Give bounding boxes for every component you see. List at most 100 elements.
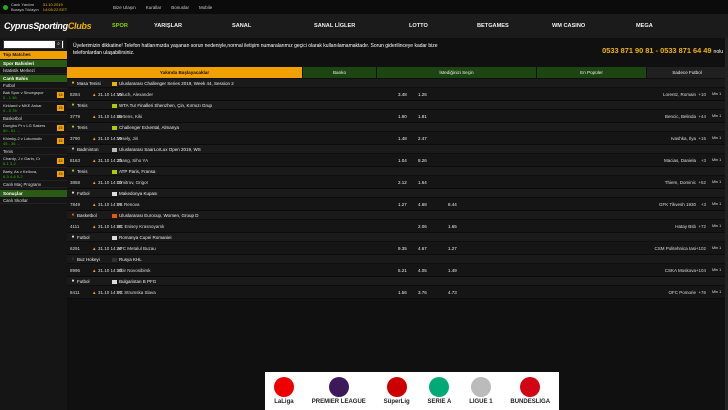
odd-1[interactable]: 1.48	[398, 136, 407, 141]
league-logo[interactable]: PREMIER LEAGUE	[312, 377, 366, 405]
info-icon[interactable]: ▲	[92, 114, 96, 119]
league-banner[interactable]: LaLiga PREMIER LEAGUE SüperLig SERIE A LIGUE…	[265, 372, 559, 410]
tab-1[interactable]: Banko	[303, 67, 377, 78]
odd-1[interactable]: 1.04	[398, 158, 407, 163]
live-sport-label[interactable]: Tenis	[0, 148, 67, 155]
info-icon[interactable]: ▲	[92, 202, 96, 207]
odd-1[interactable]: 5.21	[398, 268, 407, 273]
match-row[interactable]: 7849 ▲ 31.10 14:10 FK Renova 1.27 4.68 8.44 GFK…	[67, 198, 728, 211]
live-scores-link[interactable]: Canlı Skorlar	[0, 197, 67, 204]
top-link[interactable]: Kurallar	[146, 5, 162, 10]
odd-x[interactable]: 8.26	[418, 158, 427, 163]
odd-x[interactable]: 2.06	[418, 224, 427, 229]
info-icon[interactable]: ▲	[92, 180, 96, 185]
search-input[interactable]: ⌕	[3, 40, 64, 49]
odd-1[interactable]: 1.90	[398, 114, 407, 119]
more-bets-count[interactable]: +52	[698, 180, 706, 185]
info-icon[interactable]: ▲	[92, 92, 96, 97]
info-icon[interactable]: ▲	[92, 158, 96, 163]
league-logo[interactable]: LaLiga	[273, 377, 294, 405]
live-match-badge[interactable]: 15	[57, 125, 64, 131]
more-bets-count[interactable]: +15	[698, 136, 706, 141]
odd-2[interactable]: 1.65	[448, 224, 457, 229]
search-icon[interactable]: ⌕	[55, 41, 62, 48]
odd-x[interactable]: 3.76	[418, 290, 427, 295]
odd-x[interactable]: 4.67	[418, 246, 427, 251]
live-match[interactable]: Khimky-2 v Lokomotiv 45 - 36 ... 15	[0, 135, 67, 148]
nav-item-0[interactable]: SPOR	[112, 23, 154, 29]
nav-item-5[interactable]: BETGAMES	[477, 23, 552, 29]
info-icon[interactable]: ▲	[92, 290, 96, 295]
league-logo[interactable]: SüperLig	[384, 377, 410, 405]
live-sport-football[interactable]: Futbol	[0, 82, 67, 89]
more-bets-count[interactable]: +10	[698, 92, 706, 97]
match-row[interactable]: 4111 ▲ 31.10 14:10 BC Enisey Krasnoyarsk 2.0…	[67, 220, 728, 233]
match-row[interactable]: 8163 ▲ 31.10 14:10 Zhang, Siho YA 1.04 8.26 Ma…	[67, 154, 728, 167]
match-row[interactable]: 8284 ▲ 31.10 14:10 Valuch, Alexander 3.48 1.2…	[67, 88, 728, 101]
top-link[interactable]: Bize Ulaşın	[113, 5, 136, 10]
live-match[interactable]: Barty, As v Keilova, 6-3 4-6 5-2 15	[0, 168, 67, 181]
match-row[interactable]: 6291 ▲ 31.10 14:10 AFC Metalul Buzau 9.35 4.6…	[67, 242, 728, 255]
live-match-badge[interactable]: 15	[57, 158, 64, 164]
nav-item-6[interactable]: WM CASINO	[552, 23, 636, 29]
tab-3[interactable]: En Popüler	[537, 67, 647, 78]
live-match[interactable]: Bak Spor v Sincegspor 0 - 1 36 15	[0, 89, 67, 102]
live-sport-label[interactable]: Basketbol	[0, 115, 67, 122]
odd-x[interactable]: 1.64	[418, 180, 427, 185]
odd-2[interactable]: 8.44	[448, 202, 457, 207]
top-link[interactable]: Mobile	[199, 5, 212, 10]
odd-x[interactable]: 1.26	[418, 92, 427, 97]
top-link[interactable]: Bonuslar	[171, 5, 189, 10]
nav-item-2[interactable]: SANAL	[232, 23, 314, 29]
more-bets-count[interactable]: +72	[698, 224, 706, 229]
live-match-badge[interactable]: 15	[57, 105, 64, 111]
live-match[interactable]: Dongbu Pr v LG Sakers 50 - 61 ... 15	[0, 122, 67, 135]
info-icon[interactable]: ▲	[92, 246, 96, 251]
sidebar-item[interactable]: Spor Bahisleri	[0, 60, 67, 67]
more-bets-count[interactable]: +76	[698, 290, 706, 295]
odd-x[interactable]: 1.81	[418, 114, 427, 119]
odd-2[interactable]: 1.27	[448, 246, 457, 251]
more-bets-count[interactable]: +104	[696, 268, 706, 273]
more-bets-count[interactable]: +3	[701, 202, 706, 207]
more-bets-count[interactable]: +44	[698, 114, 706, 119]
top-matches-button[interactable]: Top Matches	[0, 51, 67, 59]
live-program-link[interactable]: Canlı Maç Programı	[0, 181, 67, 188]
odd-2[interactable]: 4.73	[448, 290, 457, 295]
nav-item-4[interactable]: LOTTO	[409, 23, 477, 29]
odd-x[interactable]: 2.47	[418, 136, 427, 141]
info-icon[interactable]: ▲	[92, 268, 96, 273]
odd-1[interactable]: 2.12	[398, 180, 407, 185]
live-match[interactable]: Kirkland v MKE Ankar 0 - 0 78 15	[0, 102, 67, 115]
info-icon[interactable]: ▲	[92, 224, 96, 229]
league-logo[interactable]: LIGUE 1	[469, 377, 493, 405]
live-match-badge[interactable]: 15	[57, 171, 64, 177]
match-row[interactable]: 3858 ▲ 31.10 14:10 Dimitrov, Grigor 2.12 1.64…	[67, 176, 728, 189]
match-row[interactable]: 3790 ▲ 31.10 14:10 Vesely, Jiri 1.48 2.47 Ivas…	[67, 132, 728, 145]
live-match-badge[interactable]: 15	[57, 138, 64, 144]
tab-0[interactable]: Yakında Başlayacaklar	[67, 67, 303, 78]
league-logo[interactable]: BUNDESLIGA	[510, 377, 550, 405]
live-match-badge[interactable]: 15	[57, 92, 64, 98]
tab-4[interactable]: Sadece Futbol	[647, 67, 728, 78]
odd-x[interactable]: 4.05	[418, 268, 427, 273]
sidebar-item[interactable]: İstatistik Merkezi	[0, 67, 67, 74]
league-logo[interactable]: SERIE A	[428, 377, 451, 405]
site-logo[interactable]: Cyprus Sporting Clubs	[0, 14, 112, 38]
odd-1[interactable]: 9.35	[398, 246, 407, 251]
live-match[interactable]: Chardy, J v Garin, Cr 6-1 3-2 15	[0, 155, 67, 168]
more-bets-count[interactable]: +102	[696, 246, 706, 251]
odd-x[interactable]: 4.68	[418, 202, 427, 207]
match-row[interactable]: 3779 ▲ 31.10 14:10 Bertens, Kiki 1.90 1.81 Ben…	[67, 110, 728, 123]
odd-2[interactable]: 1.49	[448, 268, 457, 273]
odd-1[interactable]: 3.48	[398, 92, 407, 97]
match-row[interactable]: 8996 ▲ 31.10 14:10 Sibir Novosibirsk 5.21 4.0…	[67, 264, 728, 277]
info-icon[interactable]: ▲	[92, 136, 96, 141]
more-bets-count[interactable]: +3	[701, 158, 706, 163]
nav-item-7[interactable]: MEGA	[636, 23, 690, 29]
nav-item-3[interactable]: SANAL LİGLER	[314, 23, 409, 29]
odd-1[interactable]: 1.27	[398, 202, 407, 207]
nav-item-1[interactable]: YARIŞLAR	[154, 23, 232, 29]
odd-1[interactable]: 1.56	[398, 290, 407, 295]
tab-2[interactable]: İstediğinizi Seçin	[377, 67, 537, 78]
